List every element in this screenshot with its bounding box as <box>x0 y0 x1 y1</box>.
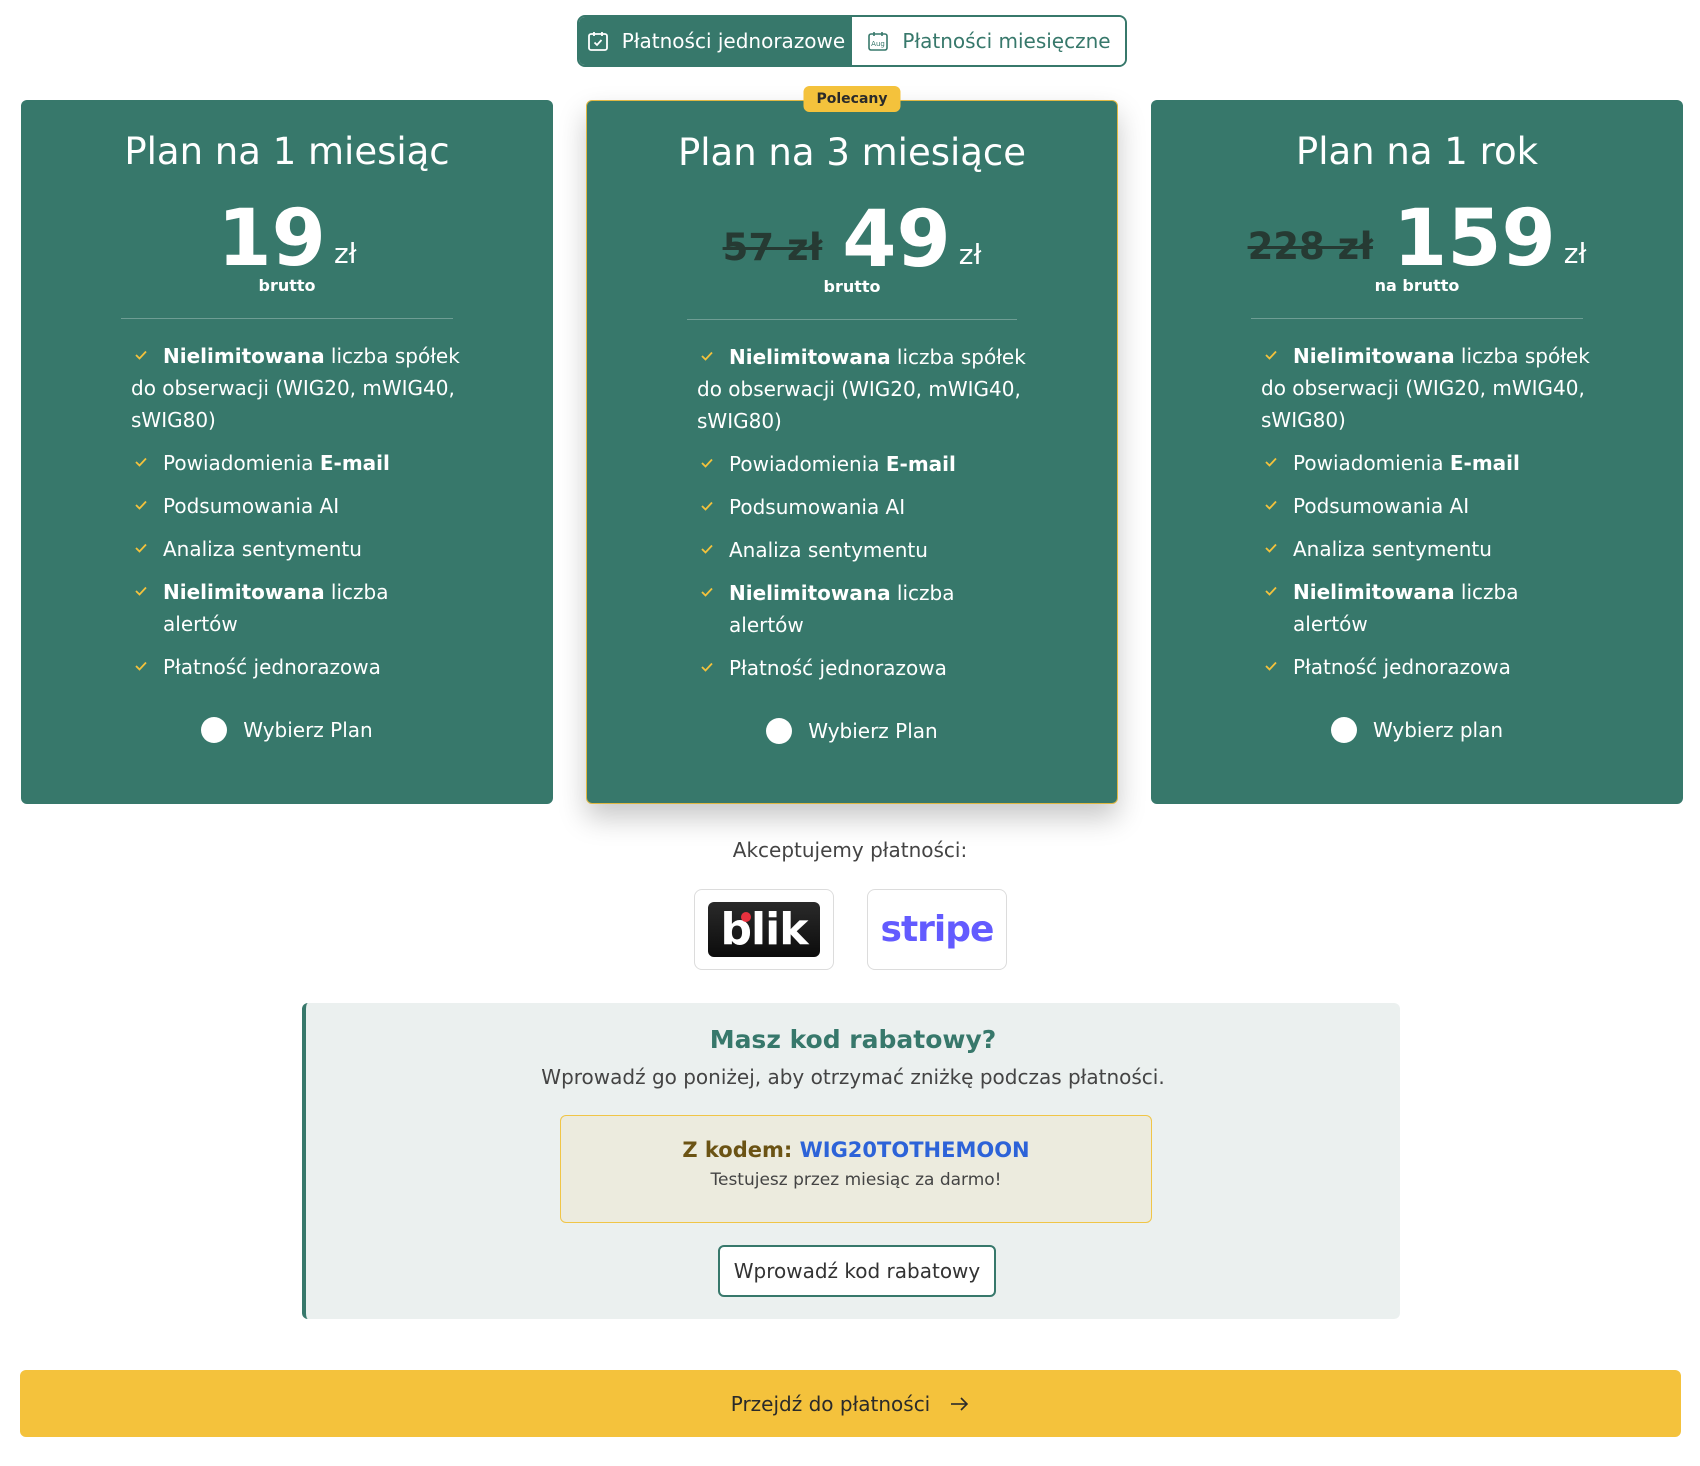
feature-item: Nielimitowana liczba spółek do obserwacj… <box>131 344 460 432</box>
check-icon <box>701 351 713 361</box>
price-currency: zł <box>1563 237 1587 270</box>
discount-title: Masz kod rabatowy? <box>709 1025 997 1054</box>
feature-item: Podsumowania AI <box>1261 490 1593 522</box>
choose-plan-radio[interactable]: Wybierz Plan <box>587 718 1117 744</box>
feature-item: Powiadomienia E-mail <box>697 448 1027 480</box>
blik-dot <box>741 912 751 922</box>
check-icon <box>1265 543 1277 553</box>
check-icon <box>701 662 713 672</box>
feature-list: Nielimitowana liczba spółek do obserwacj… <box>131 340 463 694</box>
check-icon <box>701 544 713 554</box>
old-price: 57 zł <box>722 226 823 269</box>
monthly-payments-label: Płatności miesięczne <box>902 29 1111 53</box>
promo-code-line: Z kodem: WIG20TOTHEMOON <box>561 1138 1151 1162</box>
feature-item: Płatność jednorazowa <box>1261 651 1593 683</box>
arrow-right-icon <box>951 1396 969 1411</box>
feature-item: Nielimitowana liczba alertów <box>131 576 463 640</box>
feature-list: Nielimitowana liczba spółek do obserwacj… <box>1261 340 1593 694</box>
proceed-to-payment-button[interactable]: Przejdź do płatności <box>20 1370 1681 1437</box>
price-value: 19 <box>217 194 326 284</box>
feature-item: Podsumowania AI <box>697 491 1027 523</box>
check-icon <box>135 350 147 360</box>
feature-list: Nielimitowana liczba spółek do obserwacj… <box>697 341 1027 695</box>
radio-button[interactable] <box>201 717 228 743</box>
check-icon <box>1265 350 1277 360</box>
blik-logo-mark: blik <box>708 902 820 957</box>
check-icon <box>701 587 713 597</box>
calendar-month-icon: Aug <box>868 32 889 51</box>
plan-title: Plan na 3 miesiące <box>677 131 1027 174</box>
stripe-logo: stripe <box>867 889 1007 970</box>
choose-plan-label: Wybierz Plan <box>243 718 373 742</box>
price-value: 49 <box>842 195 951 285</box>
price-row: 57 zł 49 zł <box>587 201 1117 279</box>
choose-plan-label: Wybierz plan <box>1372 718 1504 742</box>
price-currency: zł <box>333 237 357 270</box>
feature-item: Analiza sentymentu <box>697 534 1027 566</box>
price-note: brutto <box>823 277 881 296</box>
check-icon <box>135 586 147 596</box>
monthly-payments-tab[interactable]: Aug Płatności miesięczne <box>852 17 1125 65</box>
promo-code-value: WIG20TOTHEMOON <box>799 1138 1030 1162</box>
proceed-label: Przejdź do płatności <box>730 1391 931 1416</box>
one-time-payments-label: Płatności jednorazowe <box>621 29 846 53</box>
enter-discount-code-button[interactable]: Wprowadź kod rabatowy <box>718 1245 996 1297</box>
feature-item: Nielimitowana liczba alertów <box>697 577 1027 641</box>
promo-code-prefix: Z kodem: <box>682 1138 800 1162</box>
plan-title: Plan na 1 miesiąc <box>124 130 450 173</box>
feature-item: Płatność jednorazowa <box>131 651 463 683</box>
feature-item: Podsumowania AI <box>131 490 463 522</box>
divider <box>687 319 1017 320</box>
blik-logo-text: blik <box>720 904 809 955</box>
stripe-logo-text: stripe <box>880 909 995 950</box>
plan-card-1-month[interactable]: Plan na 1 miesiąc 19 zł brutto Nielimito… <box>21 100 553 804</box>
radio-button[interactable] <box>1330 717 1357 743</box>
promo-code-box: Z kodem: WIG20TOTHEMOON Testujesz przez … <box>560 1115 1152 1223</box>
plan-card-1-year[interactable]: Plan na 1 rok 228 zł 159 zł na brutto Ni… <box>1151 100 1683 804</box>
old-price: 228 zł <box>1247 225 1373 268</box>
svg-text:Aug: Aug <box>872 40 886 48</box>
feature-item: Płatność jednorazowa <box>697 652 1027 684</box>
price-row: 19 zł <box>21 200 553 278</box>
check-icon <box>1265 661 1277 671</box>
promo-code-note: Testujesz przez miesiąc za darmo! <box>710 1170 1002 1190</box>
price-note: brutto <box>258 276 316 295</box>
check-icon <box>701 458 713 468</box>
discount-subtitle: Wprowadź go poniżej, aby otrzymać zniżkę… <box>541 1065 1165 1089</box>
recommended-badge: Polecany <box>803 86 901 112</box>
check-icon <box>135 500 147 510</box>
calendar-check-icon <box>587 32 608 51</box>
check-icon <box>135 543 147 553</box>
check-icon <box>1265 457 1277 467</box>
feature-item: Nielimitowana liczba spółek do obserwacj… <box>697 345 1026 433</box>
accepted-payments-label: Akceptujemy płatności: <box>732 838 968 862</box>
plan-title: Plan na 1 rok <box>1295 130 1539 173</box>
check-icon <box>701 501 713 511</box>
feature-item: Analiza sentymentu <box>1261 533 1593 565</box>
check-icon <box>135 661 147 671</box>
blik-logo: blik <box>694 889 834 970</box>
feature-item: Powiadomienia E-mail <box>131 447 463 479</box>
payment-type-toggle: Płatności jednorazowe Aug Płatności mies… <box>577 15 1127 67</box>
price-value: 159 <box>1392 194 1556 284</box>
feature-item: Powiadomienia E-mail <box>1261 447 1593 479</box>
one-time-payments-tab[interactable]: Płatności jednorazowe <box>579 17 852 65</box>
divider <box>1251 318 1583 319</box>
choose-plan-radio[interactable]: Wybierz plan <box>1151 717 1683 743</box>
radio-button[interactable] <box>766 718 793 744</box>
check-icon <box>1265 586 1277 596</box>
divider <box>121 318 453 319</box>
plan-card-3-months[interactable]: Polecany Plan na 3 miesiące 57 zł 49 zł … <box>586 86 1118 804</box>
price-row: 228 zł 159 zł <box>1151 200 1683 278</box>
check-icon <box>1265 500 1277 510</box>
feature-item: Analiza sentymentu <box>131 533 463 565</box>
choose-plan-label: Wybierz Plan <box>808 719 938 743</box>
feature-item: Nielimitowana liczba alertów <box>1261 576 1593 640</box>
check-icon <box>135 457 147 467</box>
price-currency: zł <box>958 238 982 271</box>
choose-plan-radio[interactable]: Wybierz Plan <box>21 717 553 743</box>
feature-item: Nielimitowana liczba spółek do obserwacj… <box>1261 344 1590 432</box>
price-note: na brutto <box>1374 276 1460 295</box>
discount-section: Masz kod rabatowy? Wprowadź go poniżej, … <box>302 1003 1400 1319</box>
